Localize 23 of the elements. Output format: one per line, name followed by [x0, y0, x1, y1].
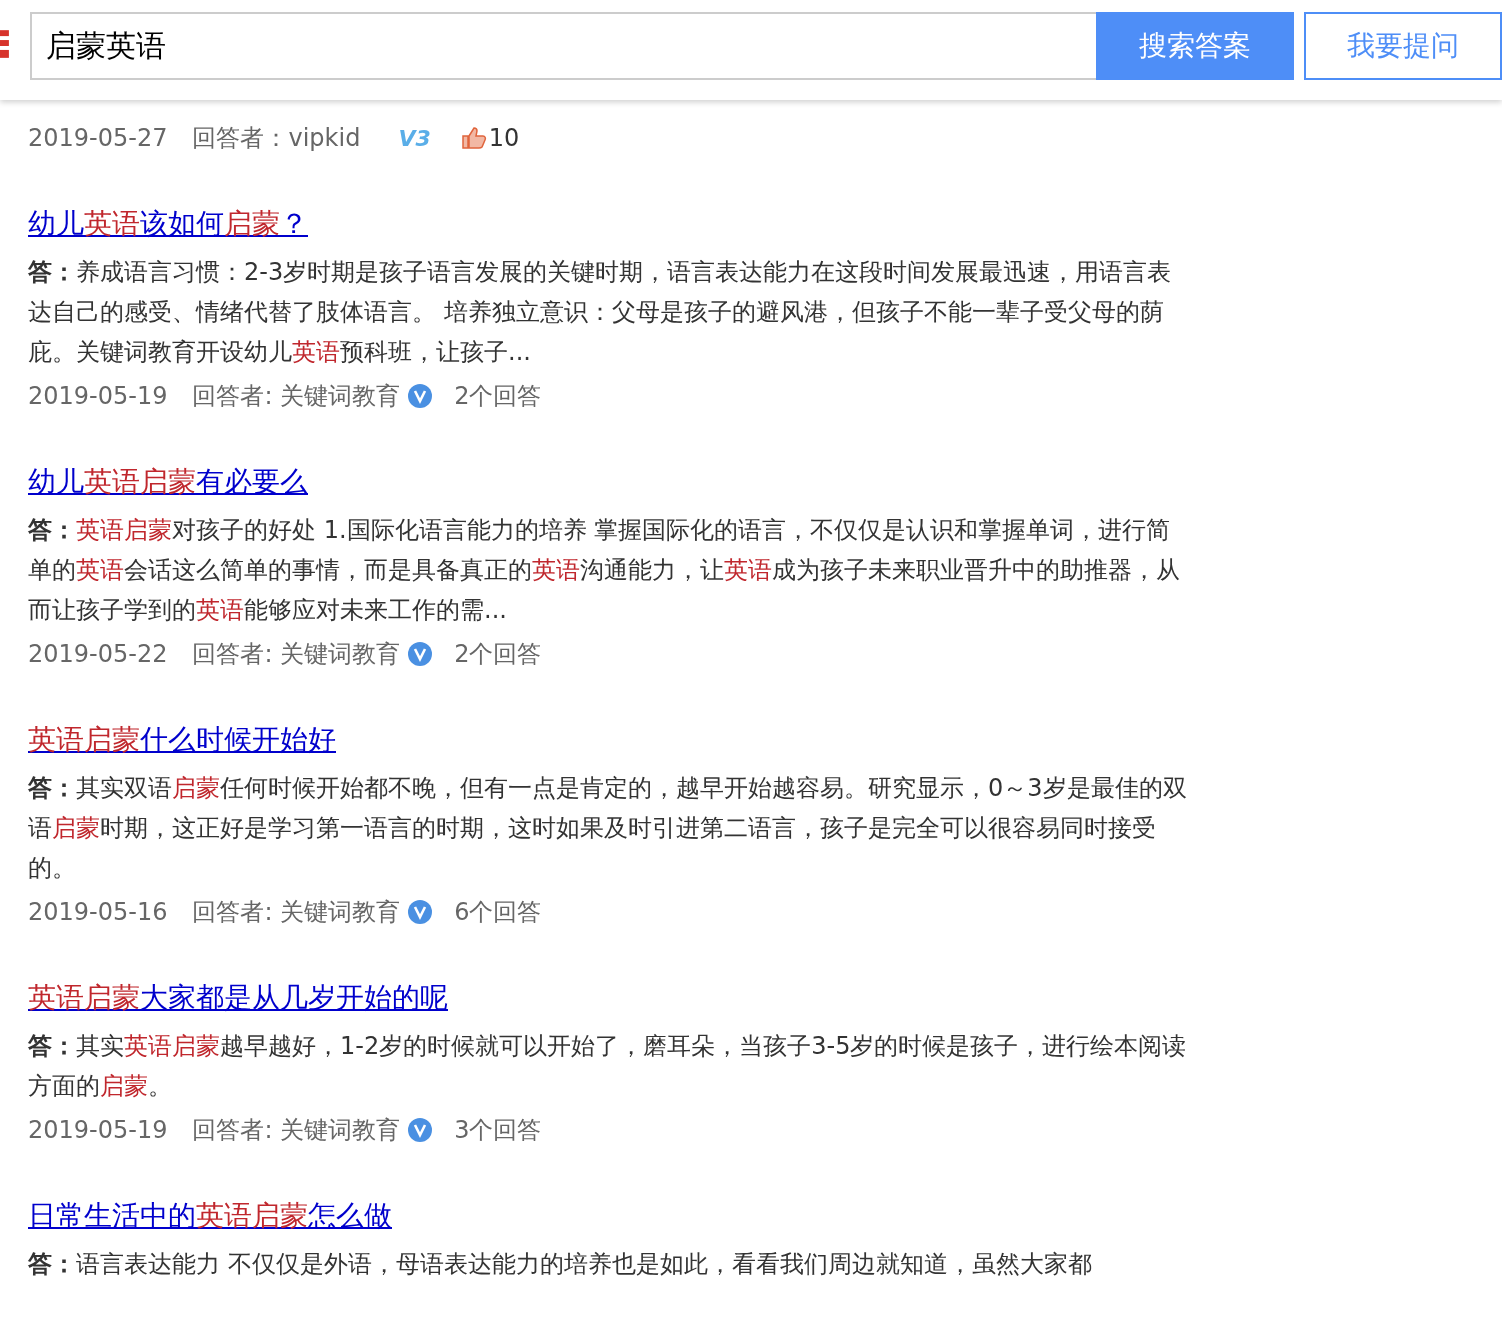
thumbs-up-icon [460, 126, 487, 150]
date: 2019-05-27 [28, 124, 168, 152]
date: 2019-05-19 [28, 382, 168, 410]
answer-text: 答：养成语言习惯：2-3岁时期是孩子语言发展的关键时期，语言表达能力在这段时间发展最迅速，用语言表达自己的感受、情绪代替了肢体语言。 培养独立意识：父母是孩子的避风港，但孩子不能一辈子受父母的荫庇。关键词教育开设幼儿英语预科班，让孩子... [28, 257, 1173, 368]
answer-text: 答：英语启蒙对孩子的好处 1.国际化语言能力的培养 掌握国际化的语言，不仅仅是认识和掌握单词，进行简单的英语会话这么简单的事情，而是具备真正的英语沟通能力，让英语成为孩子未来职业晋升中的助推器，从而让孩子学到的英语能够应对未来工作的需... [28, 515, 1181, 626]
answer-text: 答：其实英语启蒙越早越好，1-2岁的时候就可以开始了，磨耳朵，当孩子3-5岁的时候是孩子，进行绘本阅读方面的启蒙。 [28, 1031, 1188, 1102]
date: 2019-05-22 [28, 640, 168, 668]
answer-text: 答：其实双语启蒙任何时候开始都不晚，但有一点是肯定的，越早开始越容易。研究显示，0～3岁是最佳的双语启蒙时期，这正好是学习第一语言的时期，这时如果及时引进第二语言，孩子是完全可以很容易同时接受的。 [28, 773, 1188, 884]
level-label: V3 [398, 125, 431, 151]
answer-count: 3个回答 [454, 1115, 542, 1146]
like-count: 10 [488, 124, 520, 152]
search-field[interactable]: 启蒙英语 [29, 12, 1097, 80]
answer-text: 答：语言表达能力 不仅仅是外语，母语表达能力的培养也是如此，看看我们周边就知道，虽然大家都 [28, 1249, 1093, 1280]
date: 2019-05-19 [28, 1116, 168, 1144]
answer-count: 6个回答 [454, 897, 542, 928]
answer-count: 2个回答 [454, 639, 542, 670]
answer-count: 2个回答 [454, 381, 542, 412]
answerer: 回答者：vipkid [192, 123, 361, 154]
answerer: 回答者: 关键词教育 [192, 639, 401, 670]
answerer: 回答者: 关键词教育 [192, 1115, 401, 1146]
date: 2019-05-16 [28, 898, 168, 926]
answerer: 回答者: 关键词教育 [192, 381, 401, 412]
answerer: 回答者: 关键词教育 [192, 897, 401, 928]
